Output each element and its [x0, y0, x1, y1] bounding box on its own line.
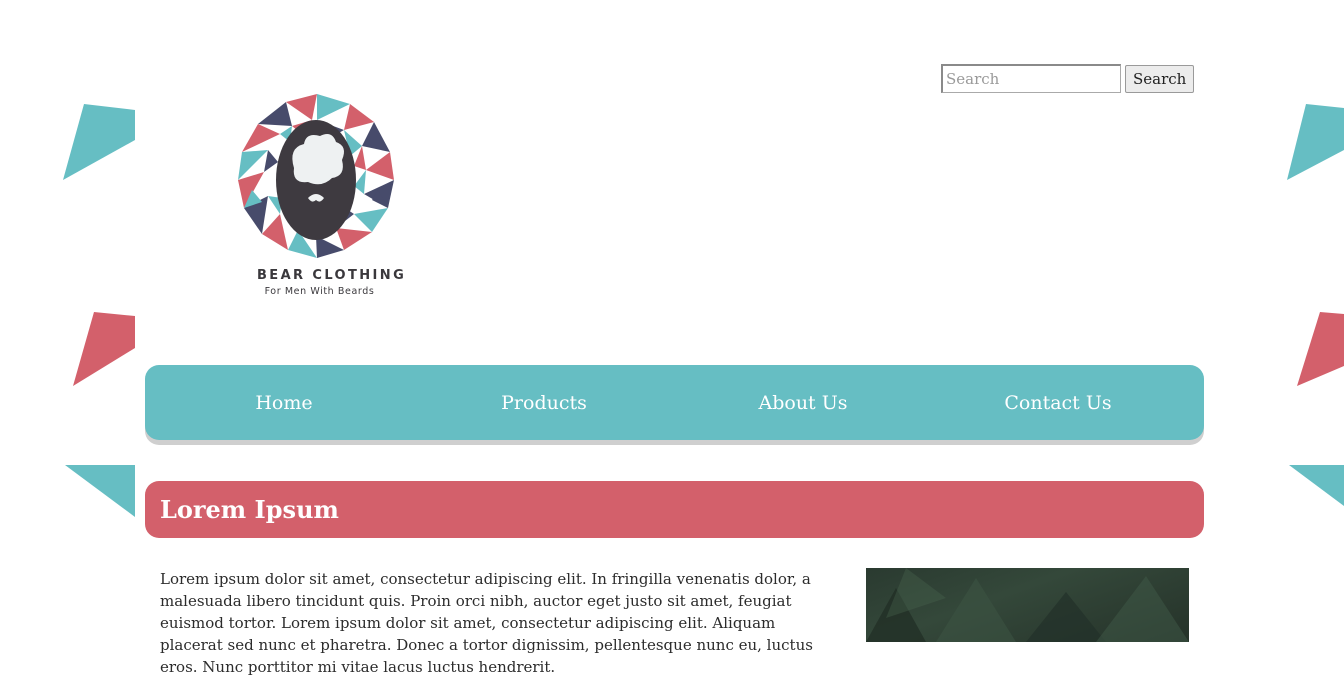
left-teal-triangle-bottom: [65, 465, 135, 517]
right-coral-triangle: [1297, 312, 1344, 386]
nav-item-about-us[interactable]: About Us: [759, 365, 848, 440]
bear-logo-icon: [238, 94, 394, 258]
left-teal-triangle-top: [63, 104, 135, 180]
search-input[interactable]: [941, 64, 1121, 93]
main-nav: Home Products About Us Contact Us: [145, 365, 1204, 440]
search-form: Search: [941, 64, 1195, 93]
logo-subtitle: For Men With Beards: [264, 286, 375, 297]
search-button[interactable]: Search: [1125, 65, 1195, 93]
foliage-image: [866, 568, 1189, 642]
right-teal-triangle-top: [1287, 104, 1344, 180]
right-teal-triangle-bottom: [1289, 465, 1344, 506]
section-header: Lorem Ipsum: [145, 481, 1204, 538]
section-image: [866, 568, 1189, 642]
nav-item-home[interactable]: Home: [255, 365, 312, 440]
brand-logo[interactable]: BEAR CLOTHING For Men With Beards: [232, 90, 407, 305]
section-body-text: Lorem ipsum dolor sit amet, consectetur …: [160, 570, 813, 676]
left-coral-triangle: [73, 312, 135, 386]
section-title: Lorem Ipsum: [160, 495, 339, 524]
logo-title: BEAR CLOTHING: [257, 268, 407, 283]
nav-item-products[interactable]: Products: [501, 365, 587, 440]
nav-item-contact-us[interactable]: Contact Us: [1004, 365, 1111, 440]
